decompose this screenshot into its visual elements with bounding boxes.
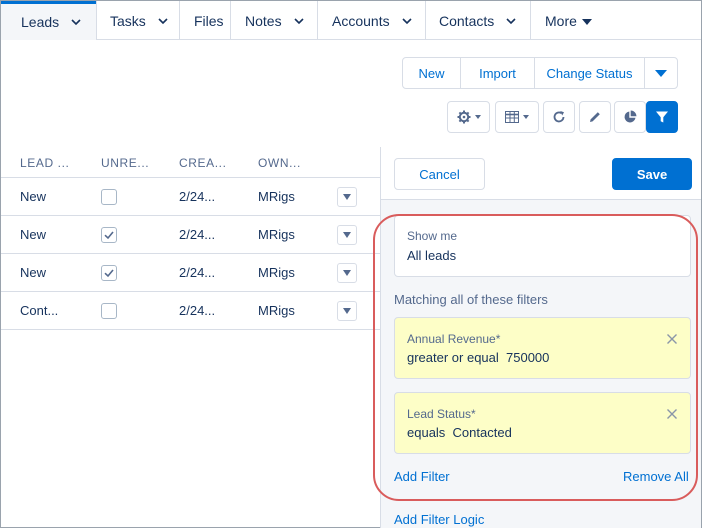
- filter-button[interactable]: [646, 101, 678, 133]
- tab-files-label: Files: [194, 12, 224, 29]
- lead-status-cell: Cont...: [20, 303, 59, 318]
- tab-files[interactable]: Files: [180, 1, 230, 40]
- tab-leads[interactable]: Leads: [1, 1, 96, 40]
- created-cell: 2/24...: [179, 303, 216, 318]
- chevron-down-icon: [655, 69, 667, 77]
- lead-status-cell: New: [20, 227, 47, 242]
- filter-icon: [656, 111, 668, 123]
- app-window: Leads Tasks Files Notes Accounts Contact…: [0, 0, 702, 528]
- show-me-label: Show me: [407, 229, 458, 243]
- close-icon[interactable]: [666, 333, 678, 345]
- filter-panel-header: Cancel Save: [381, 147, 701, 200]
- owner-cell: MRigs: [258, 227, 295, 242]
- change-status-button[interactable]: Change Status: [535, 58, 645, 88]
- tab-notes[interactable]: Notes: [231, 1, 317, 40]
- pencil-icon: [590, 112, 600, 122]
- caret-down-icon: [523, 115, 529, 119]
- column-header-owner[interactable]: OWN...: [258, 156, 301, 170]
- refresh-button[interactable]: [543, 101, 575, 133]
- checkmark-icon: [104, 231, 114, 240]
- filter-condition: greater or equal 750000: [407, 350, 550, 365]
- tab-tasks[interactable]: Tasks: [97, 1, 179, 40]
- cancel-button[interactable]: Cancel: [394, 158, 485, 190]
- filter-field-label: Annual Revenue*: [407, 332, 501, 346]
- edit-list-button[interactable]: [579, 101, 611, 133]
- table-row: New 2/24... MRigs: [1, 254, 380, 292]
- add-filter-logic-link[interactable]: Add Filter Logic: [394, 512, 484, 527]
- filter-card-lead-status[interactable]: Lead Status* equals Contacted: [394, 392, 691, 454]
- checkmark-icon: [104, 269, 114, 278]
- column-header-created[interactable]: CREA...: [179, 156, 227, 170]
- add-filter-link[interactable]: Add Filter: [394, 469, 450, 484]
- tab-accounts-label: Accounts: [332, 12, 390, 29]
- unread-checkbox[interactable]: [101, 189, 117, 205]
- show-me-filter[interactable]: Show me All leads: [394, 215, 691, 277]
- chevron-down-icon[interactable]: [294, 16, 304, 26]
- display-as-button[interactable]: [495, 101, 539, 133]
- import-button[interactable]: Import: [461, 58, 535, 88]
- table-header: LEAD ... UNRE... CREA... OWN...: [1, 147, 380, 178]
- caret-down-icon: [581, 18, 592, 25]
- tab-contacts[interactable]: Contacts: [426, 1, 530, 40]
- tab-more-label: More: [545, 12, 577, 29]
- chevron-down-icon[interactable]: [71, 17, 81, 27]
- save-button[interactable]: Save: [612, 158, 692, 190]
- owner-cell: MRigs: [258, 189, 295, 204]
- close-icon[interactable]: [666, 408, 678, 420]
- owner-cell: MRigs: [258, 265, 295, 280]
- created-cell: 2/24...: [179, 265, 216, 280]
- chevron-down-icon[interactable]: [402, 16, 412, 26]
- filter-panel: Cancel Save Show me All leads Matching a…: [380, 147, 701, 528]
- tab-more[interactable]: More: [531, 1, 611, 40]
- remove-all-link[interactable]: Remove All: [623, 469, 689, 484]
- chevron-down-icon[interactable]: [506, 16, 516, 26]
- filter-card-annual-revenue[interactable]: Annual Revenue* greater or equal 750000: [394, 317, 691, 379]
- created-cell: 2/24...: [179, 227, 216, 242]
- tab-notes-label: Notes: [245, 12, 282, 29]
- created-cell: 2/24...: [179, 189, 216, 204]
- chevron-down-icon[interactable]: [158, 16, 168, 26]
- unread-checkbox[interactable]: [101, 303, 117, 319]
- tab-leads-label: Leads: [21, 14, 60, 30]
- unread-checkbox[interactable]: [101, 227, 117, 243]
- new-button[interactable]: New: [403, 58, 461, 88]
- tab-accounts[interactable]: Accounts: [318, 1, 425, 40]
- row-actions-button[interactable]: [337, 187, 357, 207]
- filter-field-label: Lead Status*: [407, 407, 476, 421]
- owner-cell: MRigs: [258, 303, 295, 318]
- table-row: New 2/24... MRigs: [1, 216, 380, 254]
- unread-checkbox[interactable]: [101, 265, 117, 281]
- refresh-icon: [553, 111, 565, 123]
- gear-icon: [457, 110, 470, 124]
- row-actions-button[interactable]: [337, 263, 357, 283]
- caret-down-icon: [343, 308, 351, 314]
- charts-button[interactable]: [614, 101, 646, 133]
- row-actions-button[interactable]: [337, 225, 357, 245]
- table-row: New 2/24... MRigs: [1, 178, 380, 216]
- lead-status-cell: New: [20, 189, 47, 204]
- list-actions: New Import Change Status: [402, 57, 678, 89]
- top-nav: Leads Tasks Files Notes Accounts Contact…: [1, 1, 701, 40]
- row-actions-button[interactable]: [337, 301, 357, 321]
- filter-condition: equals Contacted: [407, 425, 512, 440]
- caret-down-icon: [474, 115, 481, 119]
- column-header-unread[interactable]: UNRE...: [101, 156, 149, 170]
- lead-status-cell: New: [20, 265, 47, 280]
- tab-tasks-label: Tasks: [110, 12, 146, 29]
- list-settings-button[interactable]: [447, 101, 490, 133]
- table-row: Cont... 2/24... MRigs: [1, 292, 380, 330]
- caret-down-icon: [343, 270, 351, 276]
- table-icon: [505, 111, 519, 123]
- matching-filters-label: Matching all of these filters: [394, 292, 548, 307]
- pie-chart-icon: [624, 110, 637, 123]
- column-header-lead-status[interactable]: LEAD ...: [20, 156, 69, 170]
- show-me-value: All leads: [407, 248, 457, 263]
- tab-contacts-label: Contacts: [439, 12, 495, 29]
- caret-down-icon: [343, 232, 351, 238]
- more-actions-button[interactable]: [645, 58, 677, 88]
- caret-down-icon: [343, 194, 351, 200]
